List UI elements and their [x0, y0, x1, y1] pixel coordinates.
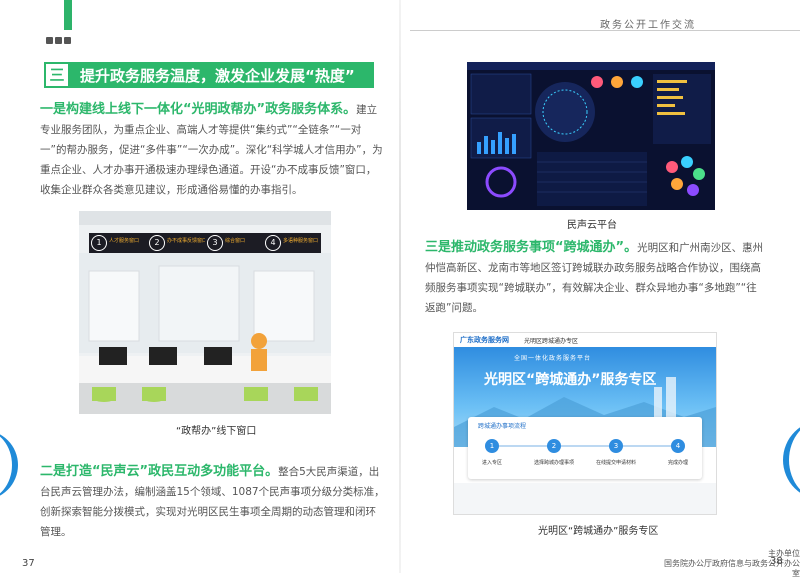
counter-label-1: 人才服务窗口: [109, 238, 140, 244]
paragraph-1-body: 建立专业服务团队，为重点企业、高端人才等提供“集约式”“全链条”“一对一”的帮办…: [40, 104, 383, 196]
flow-step-number: 2: [547, 439, 561, 453]
counter-label-3: 综合窗口: [225, 238, 246, 244]
right-arc-decoration: [783, 420, 800, 500]
service-window-photo: 1 人才服务窗口 2 办不成事反馈窗口 3 综合窗口 4 多语种服务窗口: [79, 211, 331, 414]
portal-footer-area: [454, 483, 716, 514]
page-number-left: 37: [22, 558, 35, 569]
flow-step-label: 完成办理: [667, 460, 688, 466]
dashboard-caption: 民声云平台: [567, 220, 617, 231]
flow-title: 跨城通办事项流程: [478, 423, 527, 430]
section-number: 三: [44, 62, 70, 88]
paragraph-1: 一是构建线上线下一体化“光明政帮办”政务服务体系。建立专业服务团队，为重点企业、…: [40, 100, 385, 200]
counter-number-1: 1: [91, 235, 107, 251]
flow-step-label: 选择跨城办理事项: [533, 460, 574, 466]
flow-line: [488, 445, 682, 447]
portal-logo: 广东政务服务网: [460, 336, 509, 344]
page-number-right: 38: [770, 556, 783, 567]
header-accent-bar: [64, 0, 72, 30]
section-title: 提升政务服务温度，激发企业发展“热度”: [80, 67, 355, 85]
flow-panel: 跨城通办事项流程 1 进入专区 2 选择跨城办理事项 3 在线提交申请材料 4 完成办理: [468, 417, 702, 479]
flow-step-label: 进入专区: [481, 460, 502, 466]
paragraph-2: 二是打造“民声云”政民互动多功能平台。整合5大民声渠道，出台民声云管理办法，编制…: [40, 462, 385, 542]
counter-label-4: 多语种服务窗口: [283, 238, 319, 244]
paragraph-1-lead: 一是构建线上线下一体化“光明政帮办”政务服务体系。: [40, 102, 357, 117]
paragraph-2-lead: 二是打造“民声云”政民互动多功能平台。: [40, 464, 279, 479]
paragraph-3-lead: 三是推动政务服务事项“跨城通办”。: [425, 240, 638, 255]
photo-caption: “政帮办”线下窗口: [176, 426, 257, 437]
flow-step-number: 1: [485, 439, 499, 453]
counter-number-3: 3: [207, 235, 223, 251]
counter-label-2: 办不成事反馈窗口: [167, 238, 205, 244]
portal-caption: 光明区“跨城通办”服务专区: [538, 526, 659, 537]
flow-step-number: 3: [609, 439, 623, 453]
flow-step-label: 在线提交申请材料: [595, 460, 636, 466]
portal-topbar: 广东政务服务网 光明区跨城通办专区: [454, 333, 716, 348]
minshengyun-dashboard-image: [467, 62, 715, 210]
left-arc-decoration: [0, 430, 18, 500]
page-spine: [399, 0, 401, 573]
counter-number-2: 2: [149, 235, 165, 251]
running-header: 政务公开工作交流: [600, 20, 696, 31]
portal-tab: 光明区跨城通办专区: [524, 338, 579, 345]
portal-banner-title: 光明区“跨城通办”服务专区: [484, 372, 657, 388]
cross-city-portal-screenshot: 广东政务服务网 光明区跨城通办专区 全国一体化政务服务平台 光明区“跨城通办”服…: [454, 333, 716, 514]
header-dots: [46, 29, 73, 48]
paragraph-3: 三是推动政务服务事项“跨城通办”。光明区和广州南沙区、惠州仲恺高新区、龙南市等地…: [425, 238, 765, 318]
counter-number-4: 4: [265, 235, 281, 251]
portal-banner-subtitle: 全国一体化政务服务平台: [514, 355, 592, 362]
flow-step-number: 4: [671, 439, 685, 453]
